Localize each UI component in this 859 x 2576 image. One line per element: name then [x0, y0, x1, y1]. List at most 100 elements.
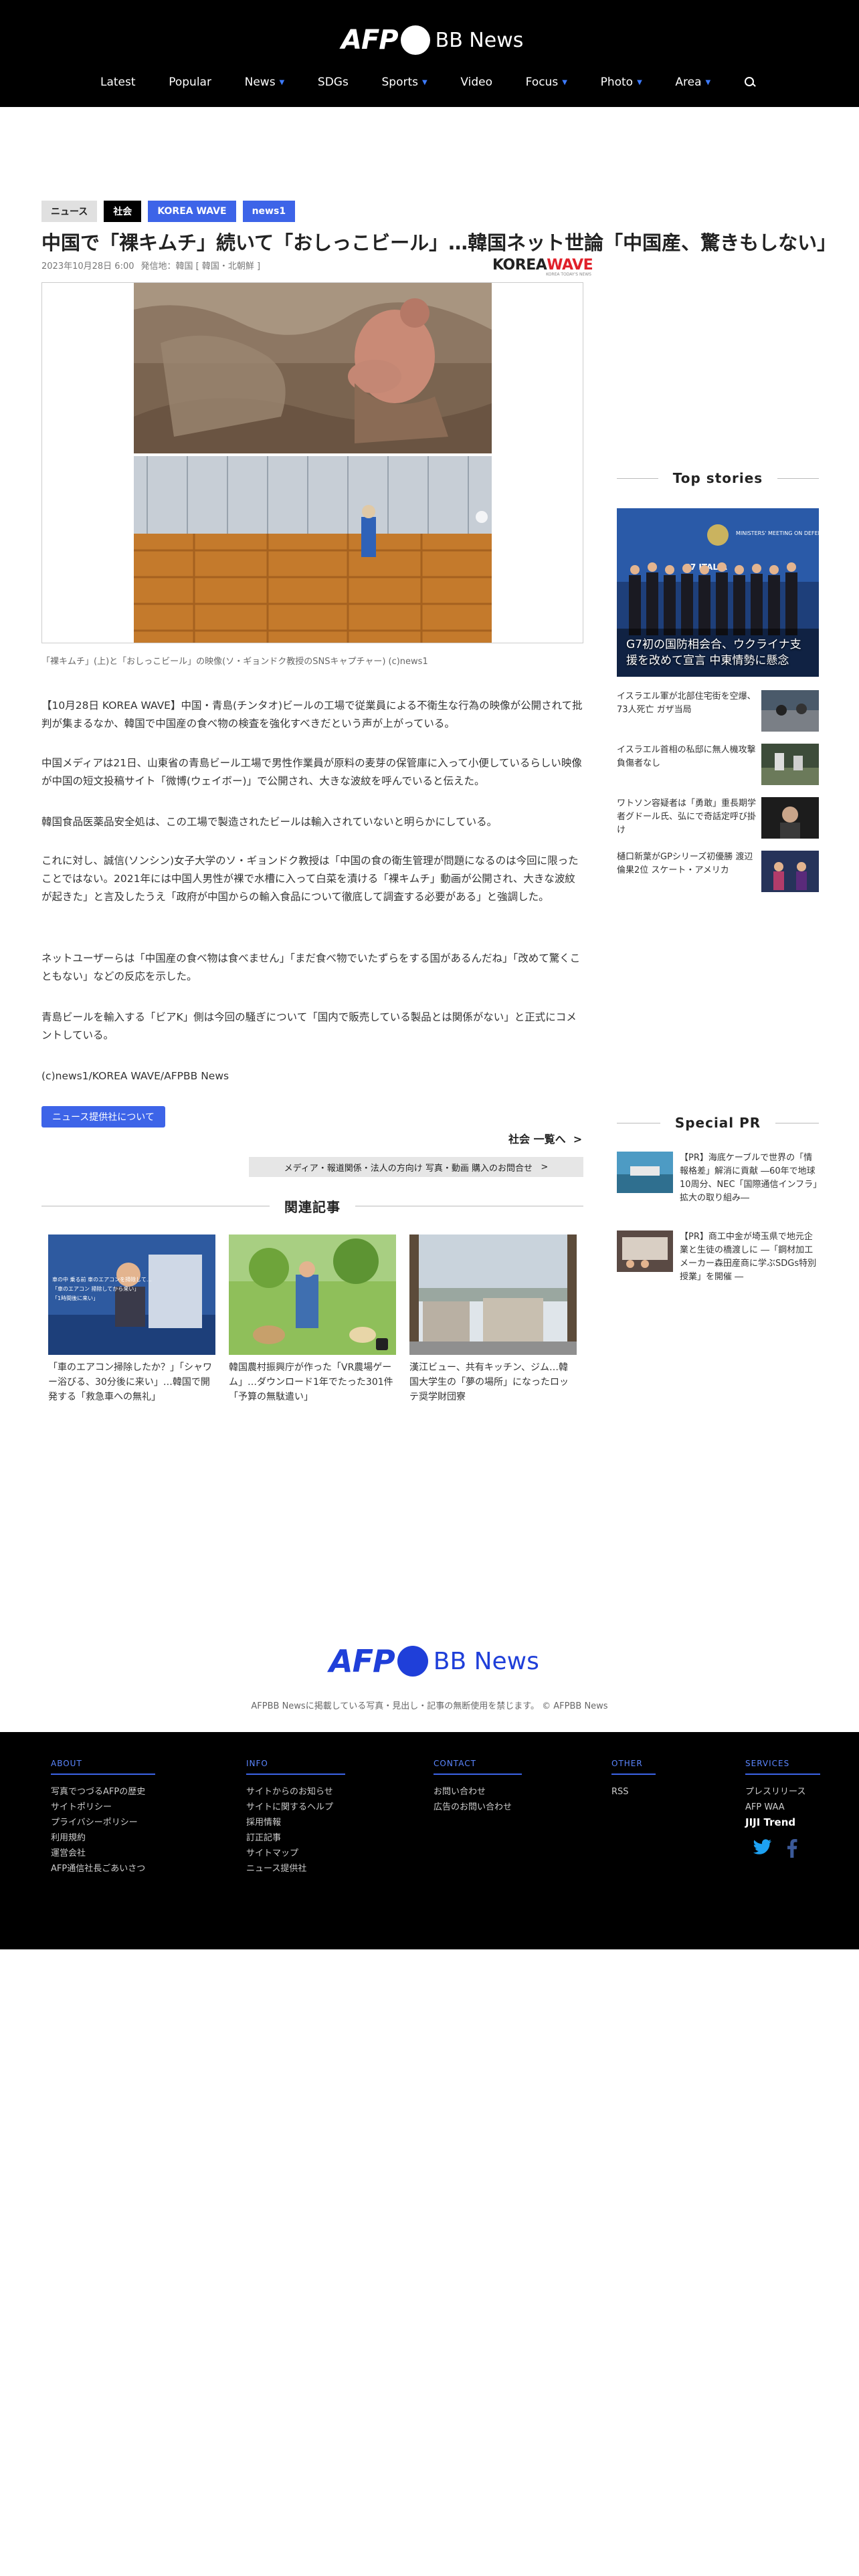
chevron-down-icon: ▼ [279, 78, 285, 86]
article-photo[interactable] [134, 283, 492, 643]
article-image-frame [41, 282, 583, 643]
related-heading: 関連記事 [41, 1196, 583, 1216]
special-pr-label: Special PR [674, 1115, 761, 1131]
main-nav: Latest Popular News ▼ SDGs Sports ▼ Video … [100, 72, 756, 92]
nav-latest[interactable]: Latest [100, 76, 136, 89]
facebook-icon[interactable] [787, 1839, 797, 1858]
kw-logo-accent: WAVE [547, 257, 593, 274]
nav-news[interactable]: News ▼ [245, 76, 285, 89]
search-button[interactable] [744, 76, 756, 88]
nav-label: SDGs [317, 76, 349, 89]
article-credit: (c)news1/KOREA WAVE/AFPBB News [41, 1070, 229, 1082]
thumb-graphic [761, 797, 819, 839]
chevron-down-icon: ▼ [705, 78, 711, 86]
top-story-thumbnail [761, 744, 819, 785]
footer-link[interactable]: 運営会社 [51, 1846, 155, 1861]
top-story-item[interactable]: イスラエル軍が北部住宅街を空爆、73人死亡 ガザ当局 [617, 690, 819, 733]
article-tags: ニュース 社会 KOREA WAVE news1 [41, 201, 296, 222]
related-title: 漢江ビュー、共有キッチン、ジム…韓国大学生の「夢の場所」になったロッテ奨学財団寮 [409, 1362, 569, 1402]
top-story-thumbnail [761, 851, 819, 892]
top-story-feature[interactable]: MINISTERS' MEETING ON DEFENCE G7 ITALIA … [617, 508, 819, 677]
article-origin: 発信地：韓国 [ 韓国・北朝鮮 ] [140, 261, 261, 272]
media-inquiry-banner[interactable]: メディア・報道関係・法人の方向け 写真・動画 購入のお問合せ > [249, 1157, 583, 1177]
top-story-item[interactable]: 樋口新葉がGPシリーズ初優勝 渡辺倫果2位 スケート・アメリカ [617, 851, 819, 893]
article-paragraph: これに対し、誠信(ソンシン)女子大学のソ・ギョンドク教授は「中国の食の衛生管理が… [41, 855, 579, 903]
related-article-card[interactable]: 車の中 乗る前 車のエアコンを掃除して… 「車のエアコン 掃除してから来い」 「… [48, 1235, 215, 1404]
related-article-card[interactable]: 韓国農村振興庁が作った「VR農場ゲーム」…ダウンロード1年でたった301件「予算… [229, 1235, 396, 1404]
related-thumbnail-graphic [229, 1235, 396, 1355]
pr-title: 【PR】海底ケーブルで世界の「情報格差」解消に貢献 ―60年で地球10周分、NE… [680, 1153, 818, 1203]
nav-focus[interactable]: Focus ▼ [526, 76, 567, 89]
photo-caption: 「裸キムチ」(上)と「おしっこビール」の映像(ソ・ギョンドク教授のSNSキャプチ… [41, 657, 428, 667]
tag-news[interactable]: ニュース [41, 201, 98, 222]
footer-link[interactable]: サイトからのお知らせ [246, 1784, 345, 1800]
nav-sdgs[interactable]: SDGs [318, 76, 349, 89]
footer-logo[interactable]: AFP BB News [329, 1643, 539, 1679]
pr-item[interactable]: 【PR】海底ケーブルで世界の「情報格差」解消に貢献 ―60年で地球10周分、NE… [617, 1152, 819, 1212]
footer-link[interactable]: お問い合わせ [434, 1784, 522, 1800]
related-thumbnail-graphic: 車の中 乗る前 車のエアコンを掃除して… 「車のエアコン 掃除してから来い」 「… [48, 1235, 215, 1355]
related-thumbnail [229, 1235, 396, 1355]
footer-link[interactable]: ニュース提供社 [246, 1861, 345, 1876]
footer-link[interactable]: サイトマップ [246, 1846, 345, 1861]
top-story-caption: G7初の国防相会合、ウクライナ支援を改めて宣言 中東情勢に懸念 [626, 638, 801, 667]
footer-link[interactable]: プライバシーポリシー [51, 1815, 155, 1830]
nav-area[interactable]: Area ▼ [675, 76, 710, 89]
footer-link[interactable]: サイトに関するヘルプ [246, 1800, 345, 1815]
social-links [753, 1839, 797, 1858]
top-story-item[interactable]: ワトソン容疑者は「勇敢」重長期学者グドール氏、弘にで奇話定呼び掛け [617, 797, 819, 840]
related-thumbnail [409, 1235, 577, 1355]
nav-sports[interactable]: Sports ▼ [381, 76, 427, 89]
pr-item[interactable]: 【PR】商工中金が埼玉県で地元企業と生徒の橋渡しに ―「鋼材加工メーカー森田産商… [617, 1230, 819, 1291]
afpbb-logo[interactable]: AFP BB News [341, 24, 523, 56]
korea-wave-logo[interactable]: KOREAWAVE KOREA TODAY'S NEWS [492, 257, 593, 277]
kw-logo-main: KOREA [492, 257, 547, 274]
logo-afp-text: AFP [341, 25, 399, 56]
related-article-card[interactable]: 漢江ビュー、共有キッチン、ジム…韓国大学生の「夢の場所」になったロッテ奨学財団寮 [409, 1235, 577, 1404]
footer-link[interactable]: 採用情報 [246, 1815, 345, 1830]
thumb-graphic [761, 744, 819, 785]
pr-thumbnail [617, 1230, 673, 1272]
category-list-link[interactable]: 社会 一覧へ > [508, 1130, 582, 1146]
kw-logo-text: KOREAWAVE [492, 257, 593, 274]
top-story-item[interactable]: イスラエル首相の私邸に無人機攻撃 負傷者なし [617, 744, 819, 786]
related-title: 韓国農村振興庁が作った「VR農場ゲーム」…ダウンロード1年でたった301件「予算… [229, 1362, 393, 1402]
search-icon [744, 76, 756, 88]
provider-info-button[interactable]: ニュース提供社について [41, 1106, 165, 1128]
top-story-thumbnail [761, 690, 819, 732]
copyright-text: AFPBB Newsに掲載している写真・見出し・記事の無断使用を禁じます。 © … [251, 1701, 608, 1711]
nav-video[interactable]: Video [460, 76, 492, 89]
footer-link[interactable]: サイトポリシー [51, 1800, 155, 1815]
logo-bb-text: BB News [435, 28, 524, 52]
nav-label: Sports [381, 76, 418, 89]
related-thumbnail: 車の中 乗る前 車のエアコンを掃除して… 「車のエアコン 掃除してから来い」 「… [48, 1235, 215, 1355]
divider [617, 477, 658, 479]
footer-link[interactable]: 広告のお問い合わせ [434, 1800, 522, 1815]
nav-popular[interactable]: Popular [169, 76, 211, 89]
footer-link[interactable]: 利用規約 [51, 1830, 155, 1846]
chevron-down-icon: ▼ [637, 78, 642, 86]
footer-col-title: OTHER [611, 1759, 656, 1775]
article-paragraph: 中国メディアは21日、山東省の青島ビール工場で男性作業員が原料の麦芽の保管庫に入… [41, 757, 582, 787]
footer-link[interactable]: AFP通信社長ごあいさつ [51, 1861, 155, 1876]
footer-link[interactable]: RSS [611, 1784, 656, 1800]
footer-link[interactable]: 訂正記事 [246, 1830, 345, 1846]
tag-society[interactable]: 社会 [104, 201, 142, 222]
thumb-overlay-text: 「車のエアコン 掃除してから来い」 [52, 1285, 139, 1292]
tag-news1[interactable]: news1 [242, 201, 296, 222]
footer-col-info: INFO サイトからのお知らせ サイトに関するヘルプ 採用情報 訂正記事 サイト… [246, 1759, 345, 1876]
footer-link[interactable]: プレスリリース [745, 1784, 820, 1800]
special-pr-heading: Special PR [617, 1113, 819, 1133]
footer-logo-dot-icon [397, 1646, 428, 1677]
top-story-title: ワトソン容疑者は「勇敢」重長期学者グドール氏、弘にで奇話定呼び掛け [617, 798, 757, 835]
related-heading-label: 関連記事 [284, 1198, 341, 1215]
footer-link[interactable]: 写真でつづるAFPの歴史 [51, 1784, 155, 1800]
twitter-icon[interactable] [753, 1839, 772, 1855]
nav-photo[interactable]: Photo ▼ [601, 76, 642, 89]
footer-link[interactable]: AFP WAA [745, 1800, 820, 1815]
footer-col-title: INFO [246, 1759, 345, 1775]
tag-korea-wave[interactable]: KOREA WAVE [148, 201, 236, 222]
thumb-graphic [761, 690, 819, 732]
nav-label: Area [675, 76, 702, 89]
jiji-trend-logo[interactable]: JIJI Trend [745, 1815, 820, 1830]
